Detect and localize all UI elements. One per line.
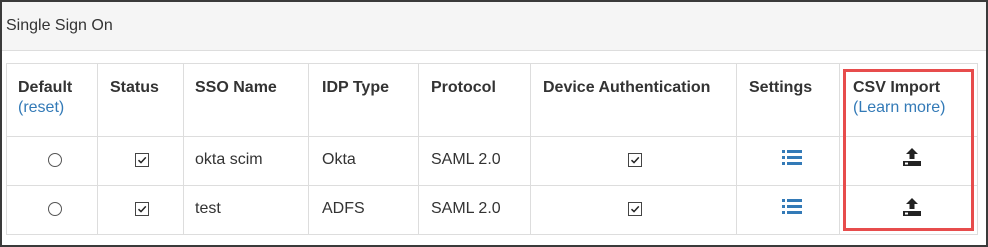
header-protocol: Protocol (431, 79, 496, 96)
column-divider (530, 64, 531, 234)
row-divider (7, 185, 977, 186)
header-settings: Settings (749, 79, 813, 96)
header-csv-import-label: CSV Import (853, 79, 941, 96)
default-radio[interactable] (48, 202, 62, 216)
sso-name-cell: okta scim (195, 151, 263, 168)
header-device-authentication: Device Authentication (543, 79, 711, 96)
column-divider (97, 64, 98, 234)
device-auth-checkbox[interactable] (628, 202, 642, 216)
header-default-label: Default (18, 79, 73, 96)
status-checkbox[interactable] (135, 153, 149, 167)
status-checkbox[interactable] (135, 202, 149, 216)
protocol-cell: SAML 2.0 (431, 200, 501, 217)
sso-panel: Single Sign On Default (reset) Status SS… (0, 0, 988, 247)
check-icon (137, 156, 147, 164)
device-auth-checkbox[interactable] (628, 153, 642, 167)
check-icon (137, 205, 147, 213)
header-sso-name: SSO Name (195, 79, 277, 96)
column-divider (183, 64, 184, 234)
header-csv-import: CSV Import (Learn more) (853, 78, 945, 118)
column-divider (736, 64, 737, 234)
reset-link[interactable]: (reset) (18, 98, 72, 118)
idp-type-cell: ADFS (322, 200, 365, 217)
upload-icon[interactable] (902, 147, 922, 167)
sso-name-cell: test (195, 200, 221, 217)
idp-type-cell: Okta (322, 151, 356, 168)
learn-more-link[interactable]: (Learn more) (853, 98, 945, 118)
panel-header: Single Sign On (2, 2, 986, 51)
column-divider (308, 64, 309, 234)
column-divider (418, 64, 419, 234)
row-divider (7, 136, 977, 137)
header-status: Status (110, 79, 159, 96)
list-icon[interactable] (782, 199, 802, 215)
check-icon (630, 205, 640, 213)
header-default: Default (reset) (18, 78, 72, 118)
check-icon (630, 156, 640, 164)
sso-table: Default (reset) Status SSO Name IDP Type… (6, 63, 978, 235)
header-idp-type: IDP Type (322, 79, 389, 96)
default-radio[interactable] (48, 153, 62, 167)
list-icon[interactable] (782, 150, 802, 166)
upload-icon[interactable] (902, 197, 922, 217)
column-divider (839, 64, 840, 234)
protocol-cell: SAML 2.0 (431, 151, 501, 168)
panel-title: Single Sign On (6, 17, 113, 34)
